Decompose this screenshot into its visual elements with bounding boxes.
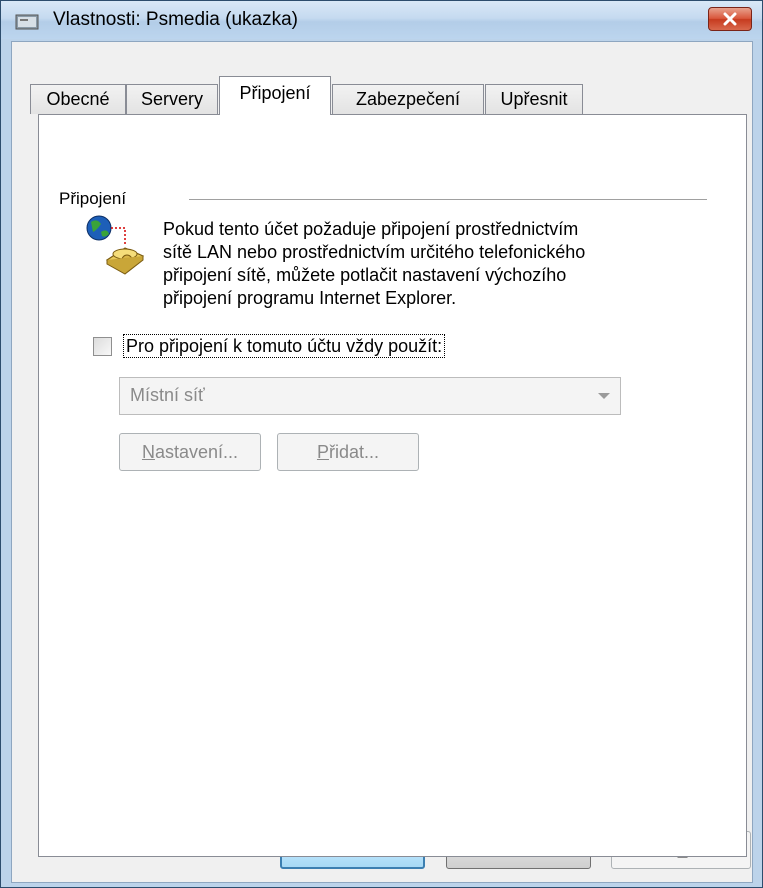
button-label: astavení... [154,442,239,462]
dialog-client-area: Obecné Servery Připojení Zabezpečení Upř… [11,41,753,883]
connection-select-value: Místní síť [130,385,205,405]
tab-advanced[interactable]: Upřesnit [485,84,583,114]
description-line: sítě LAN nebo prostřednictvím určitého t… [163,242,586,262]
always-use-connection-label[interactable]: Pro připojení k tomuto účtu vždy použít: [123,334,446,358]
description-line: Pokud tento účet požaduje připojení pros… [163,219,579,239]
tab-label: Upřesnit [500,89,568,109]
accelerator-key: N [141,442,155,462]
tab-label: Obecné [46,89,110,109]
settings-button[interactable]: Nastavení... [119,433,261,471]
accelerator-key: P [316,442,329,462]
description-line: připojení programu Internet Explorer. [163,288,457,308]
tab-security[interactable]: Zabezpečení [332,84,484,114]
title-bar[interactable]: Vlastnosti: Psmedia (ukazka) [1,1,762,39]
tab-panel-connection: Připojení Pokud tento účet požaduje přip… [38,114,747,857]
close-icon [723,12,737,26]
tab-label: Připojení [239,83,311,103]
tab-label: Servery [140,89,203,109]
tab-general[interactable]: Obecné [30,84,126,114]
connection-select[interactable]: Místní síť [119,377,621,415]
description-line: připojení sítě, můžete potlačit nastaven… [163,265,567,285]
tab-connection[interactable]: Připojení [219,76,331,115]
group-divider [189,199,707,200]
window-title: Vlastnosti: Psmedia (ukazka) [53,9,298,30]
always-use-connection-checkbox[interactable] [93,337,112,356]
tab-label: Zabezpečení [355,89,461,109]
add-button[interactable]: Přidat... [277,433,419,471]
chevron-down-icon [598,393,610,399]
properties-icon [15,12,39,30]
group-label: Připojení [59,189,127,208]
tab-servers[interactable]: Servery [126,84,218,114]
properties-dialog: Vlastnosti: Psmedia (ukazka) Obecné Serv… [0,0,763,888]
network-phone-icon [86,215,145,275]
button-label: řidat... [328,442,380,462]
close-button[interactable] [708,7,752,31]
connection-description: Pokud tento účet požaduje připojení pros… [163,218,703,310]
